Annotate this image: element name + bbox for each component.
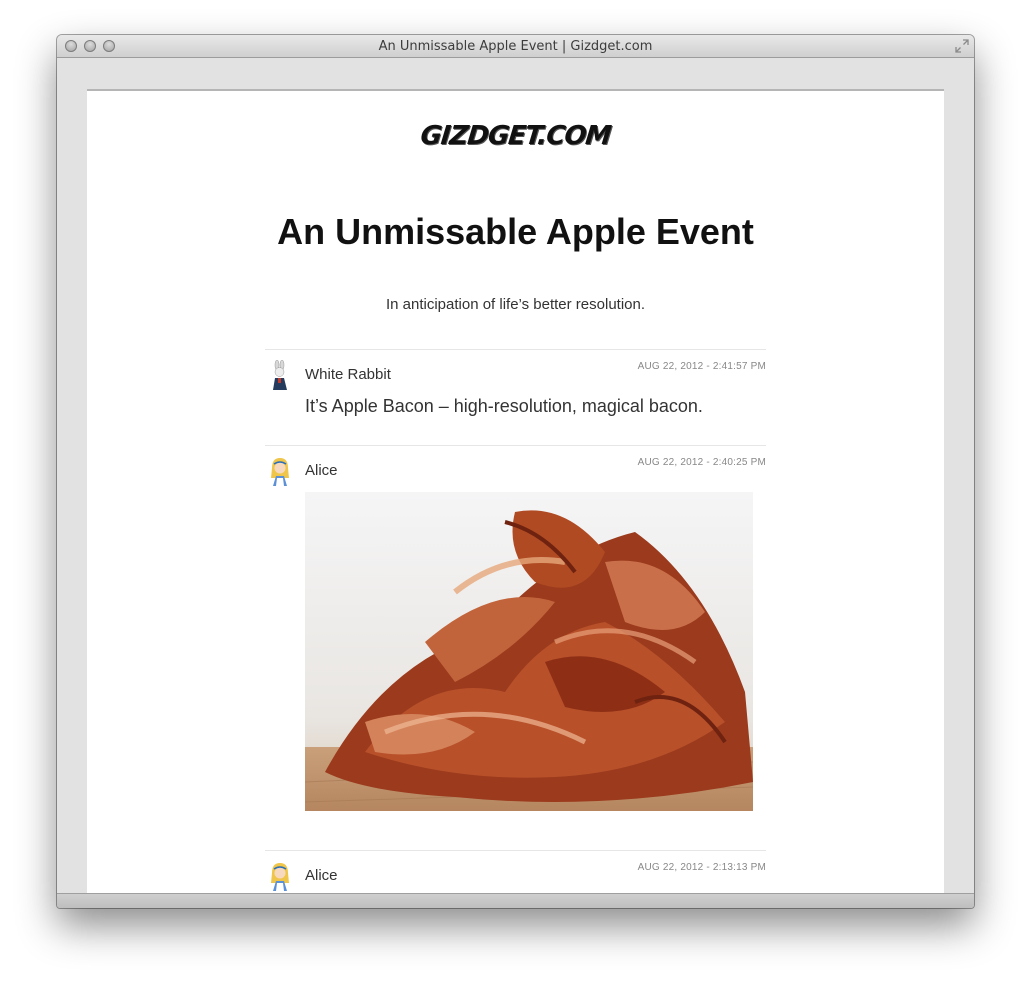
bacon-photo[interactable] xyxy=(305,492,753,811)
post-author[interactable]: Alice xyxy=(305,462,338,479)
list-item: Alice AUG 22, 2012 - 2:40:25 PM xyxy=(265,445,766,850)
alice-avatar-icon xyxy=(265,861,295,891)
post-author[interactable]: White Rabbit xyxy=(305,366,391,383)
alice-avatar-icon xyxy=(265,456,295,486)
post-message: It’s Apple Bacon – high-resolution, magi… xyxy=(305,396,703,416)
title-bar[interactable]: An Unmissable Apple Event | Gizdget.com xyxy=(57,35,974,58)
post-author[interactable]: Alice xyxy=(305,867,338,884)
web-page: GIZDGET.COM An Unmissable Apple Event In… xyxy=(87,89,944,893)
white-rabbit-avatar-icon xyxy=(265,359,295,390)
list-item: Alice AUG 22, 2012 - 2:13:13 PM xyxy=(265,850,766,893)
page-subtitle: In anticipation of life’s better resolut… xyxy=(385,296,646,313)
window-bottom-bar xyxy=(57,893,974,908)
fullscreen-icon[interactable] xyxy=(955,39,969,53)
list-item: White Rabbit AUG 22, 2012 - 2:41:57 PM I… xyxy=(265,349,766,445)
post-timestamp: AUG 22, 2012 - 2:40:25 PM xyxy=(637,457,766,468)
site-logo[interactable]: GIZDGET.COM xyxy=(87,121,944,151)
browser-window: An Unmissable Apple Event | Gizdget.com … xyxy=(57,35,974,908)
page-title: An Unmissable Apple Event xyxy=(277,211,754,252)
post-timestamp: AUG 22, 2012 - 2:13:13 PM xyxy=(637,862,766,873)
post-timestamp: AUG 22, 2012 - 2:41:57 PM xyxy=(637,361,766,372)
window-title: An Unmissable Apple Event | Gizdget.com xyxy=(378,39,653,54)
